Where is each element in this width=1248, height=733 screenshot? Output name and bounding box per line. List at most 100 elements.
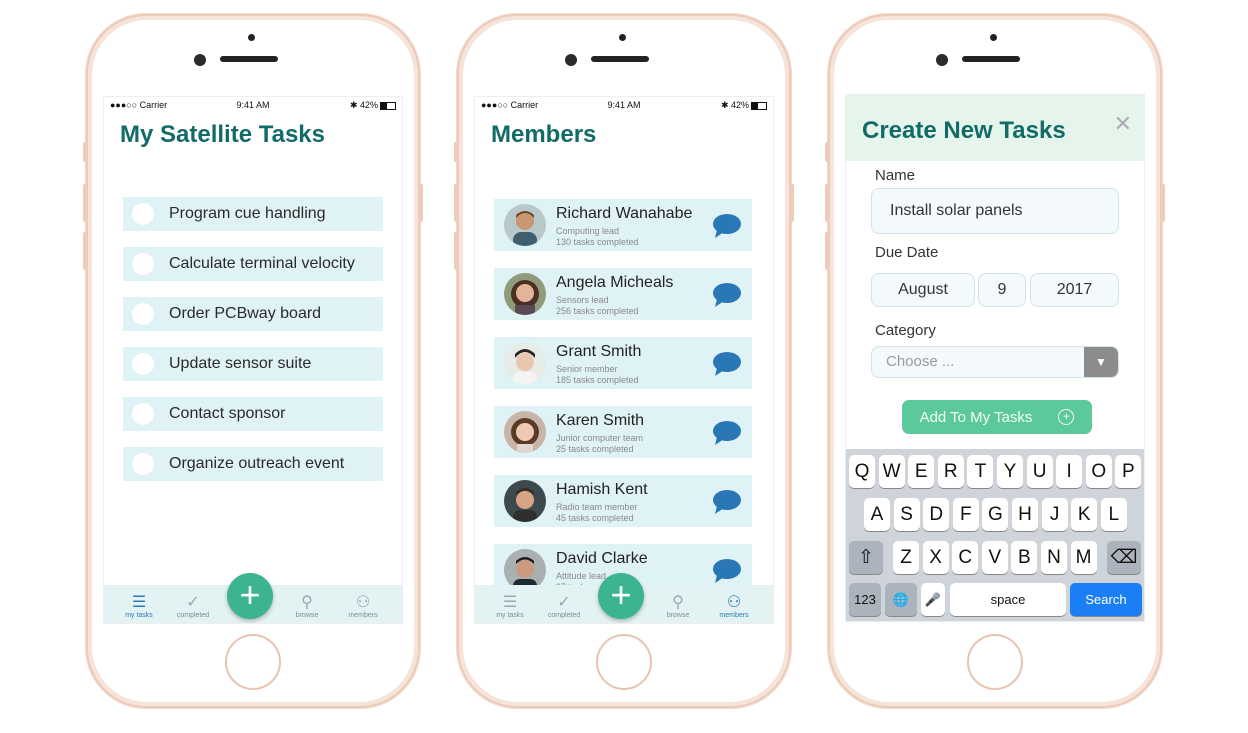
task-checkbox[interactable] <box>132 403 154 425</box>
camera <box>565 54 577 66</box>
member-task-count: 25 tasks completed <box>556 444 634 454</box>
home-button[interactable] <box>225 634 281 690</box>
tab-browse[interactable]: ⚲ browse <box>653 594 703 619</box>
task-checkbox[interactable] <box>132 253 154 275</box>
add-task-button[interactable]: + <box>227 573 273 619</box>
chat-bubble-icon[interactable] <box>712 282 742 308</box>
tab-completed[interactable]: ✓ completed <box>168 594 218 619</box>
chat-bubble-icon[interactable] <box>712 489 742 515</box>
add-task-button[interactable]: + <box>598 573 644 619</box>
task-label: Organize outreach event <box>169 455 345 472</box>
key-m[interactable]: M <box>1070 541 1097 574</box>
key-p[interactable]: P <box>1115 455 1142 488</box>
battery-icon <box>751 101 767 110</box>
globe-key[interactable]: 🌐 <box>885 583 917 616</box>
mute-switch <box>83 142 87 162</box>
task-checkbox[interactable] <box>132 203 154 225</box>
day-picker[interactable]: 9 <box>978 273 1026 307</box>
name-label: Name <box>875 167 916 184</box>
tab-my-tasks[interactable]: ☰ my tasks <box>485 594 535 619</box>
key-i[interactable]: I <box>1056 455 1083 488</box>
volume-down <box>825 232 829 270</box>
tab-members[interactable]: ⚇ members <box>709 594 759 619</box>
task-item[interactable]: Program cue handling <box>123 197 383 231</box>
key-f[interactable]: F <box>952 498 979 531</box>
avatar <box>504 342 546 384</box>
key-w[interactable]: W <box>878 455 905 488</box>
key-x[interactable]: X <box>922 541 949 574</box>
phone-create: Create New Tasks ✕ Name Install solar pa… <box>825 14 1165 708</box>
tab-my-tasks[interactable]: ☰ my tasks <box>114 594 164 619</box>
member-role: Senior member <box>556 364 618 374</box>
chat-bubble-icon[interactable] <box>712 213 742 239</box>
key-c[interactable]: C <box>952 541 979 574</box>
tasks-screen: ●●●○○ Carrier 9:41 AM ✱ 42% My Satellite… <box>103 96 403 624</box>
home-button[interactable] <box>967 634 1023 690</box>
volume-down <box>83 232 87 270</box>
chat-bubble-icon[interactable] <box>712 420 742 446</box>
task-checkbox[interactable] <box>132 453 154 475</box>
tab-members[interactable]: ⚇ members <box>338 594 388 619</box>
members-screen: ●●●○○ Carrier 9:41 AM ✱ 42% Members Rich… <box>474 96 774 624</box>
task-item[interactable]: Calculate terminal velocity <box>123 247 383 281</box>
tab-completed[interactable]: ✓ completed <box>539 594 589 619</box>
task-label: Program cue handling <box>169 205 326 222</box>
task-checkbox[interactable] <box>132 353 154 375</box>
tab-browse[interactable]: ⚲ browse <box>282 594 332 619</box>
add-to-my-tasks-button[interactable]: Add To My Tasks + <box>902 400 1092 434</box>
member-name: Grant Smith <box>556 343 642 360</box>
close-icon[interactable]: ✕ <box>1114 111 1132 137</box>
key-j[interactable]: J <box>1041 498 1068 531</box>
key-t[interactable]: T <box>967 455 994 488</box>
key-v[interactable]: V <box>981 541 1008 574</box>
dropdown-arrow-icon[interactable]: ▼ <box>1084 347 1118 377</box>
key-h[interactable]: H <box>1012 498 1038 531</box>
key-z[interactable]: Z <box>893 541 919 574</box>
month-picker[interactable]: August <box>871 273 975 307</box>
key-s[interactable]: S <box>893 498 920 531</box>
member-card[interactable]: Grant Smith Senior member 185 tasks comp… <box>494 337 752 389</box>
task-item[interactable]: Order PCBway board <box>123 297 383 331</box>
space-key[interactable]: space <box>950 583 1066 616</box>
member-name: Richard Wanahabe <box>556 205 693 222</box>
key-b[interactable]: B <box>1011 541 1038 574</box>
power-button <box>419 184 423 222</box>
volume-down <box>454 232 458 270</box>
key-g[interactable]: G <box>982 498 1009 531</box>
key-u[interactable]: U <box>1026 455 1053 488</box>
task-item[interactable]: Organize outreach event <box>123 447 383 481</box>
member-card[interactable]: Angela Micheals Sensors lead 256 tasks c… <box>494 268 752 320</box>
tab-bar: ☰ my tasks ✓ completed + ⚲ browse ⚇ memb… <box>104 573 402 623</box>
key-k[interactable]: K <box>1071 498 1098 531</box>
key-r[interactable]: R <box>937 455 964 488</box>
delete-key[interactable]: ⌫ <box>1107 541 1141 574</box>
task-checkbox[interactable] <box>132 303 154 325</box>
key-a[interactable]: A <box>864 498 890 531</box>
key-l[interactable]: L <box>1100 498 1127 531</box>
shift-key[interactable]: ⇧ <box>849 541 883 574</box>
search-key[interactable]: Search <box>1070 583 1142 616</box>
year-picker[interactable]: 2017 <box>1030 273 1119 307</box>
microphone-key[interactable]: 🎤 <box>921 583 945 616</box>
task-item[interactable]: Update sensor suite <box>123 347 383 381</box>
key-o[interactable]: O <box>1085 455 1112 488</box>
member-card[interactable]: Richard Wanahabe Computing lead 130 task… <box>494 199 752 251</box>
member-card[interactable]: Karen Smith Junior computer team 25 task… <box>494 406 752 458</box>
key-q[interactable]: Q <box>849 455 875 488</box>
add-button-label: Add To My Tasks <box>919 408 1033 426</box>
key-e[interactable]: E <box>908 455 935 488</box>
member-card[interactable]: Hamish Kent Radio team member 45 tasks c… <box>494 475 752 527</box>
month-value: August <box>898 281 948 298</box>
home-button[interactable] <box>596 634 652 690</box>
key-d[interactable]: D <box>923 498 950 531</box>
status-bar: ●●●○○ Carrier 9:41 AM ✱ 42% <box>104 97 402 115</box>
key-y[interactable]: Y <box>997 455 1023 488</box>
chat-bubble-icon[interactable] <box>712 351 742 377</box>
chat-bubble-icon[interactable] <box>712 558 742 584</box>
numbers-key[interactable]: 123 <box>849 583 881 616</box>
task-item[interactable]: Contact sponsor <box>123 397 383 431</box>
key-n[interactable]: N <box>1041 541 1067 574</box>
task-name-field[interactable]: Install solar panels <box>871 188 1119 234</box>
speaker <box>962 56 1020 62</box>
category-select[interactable]: Choose ... ▼ <box>871 346 1119 378</box>
